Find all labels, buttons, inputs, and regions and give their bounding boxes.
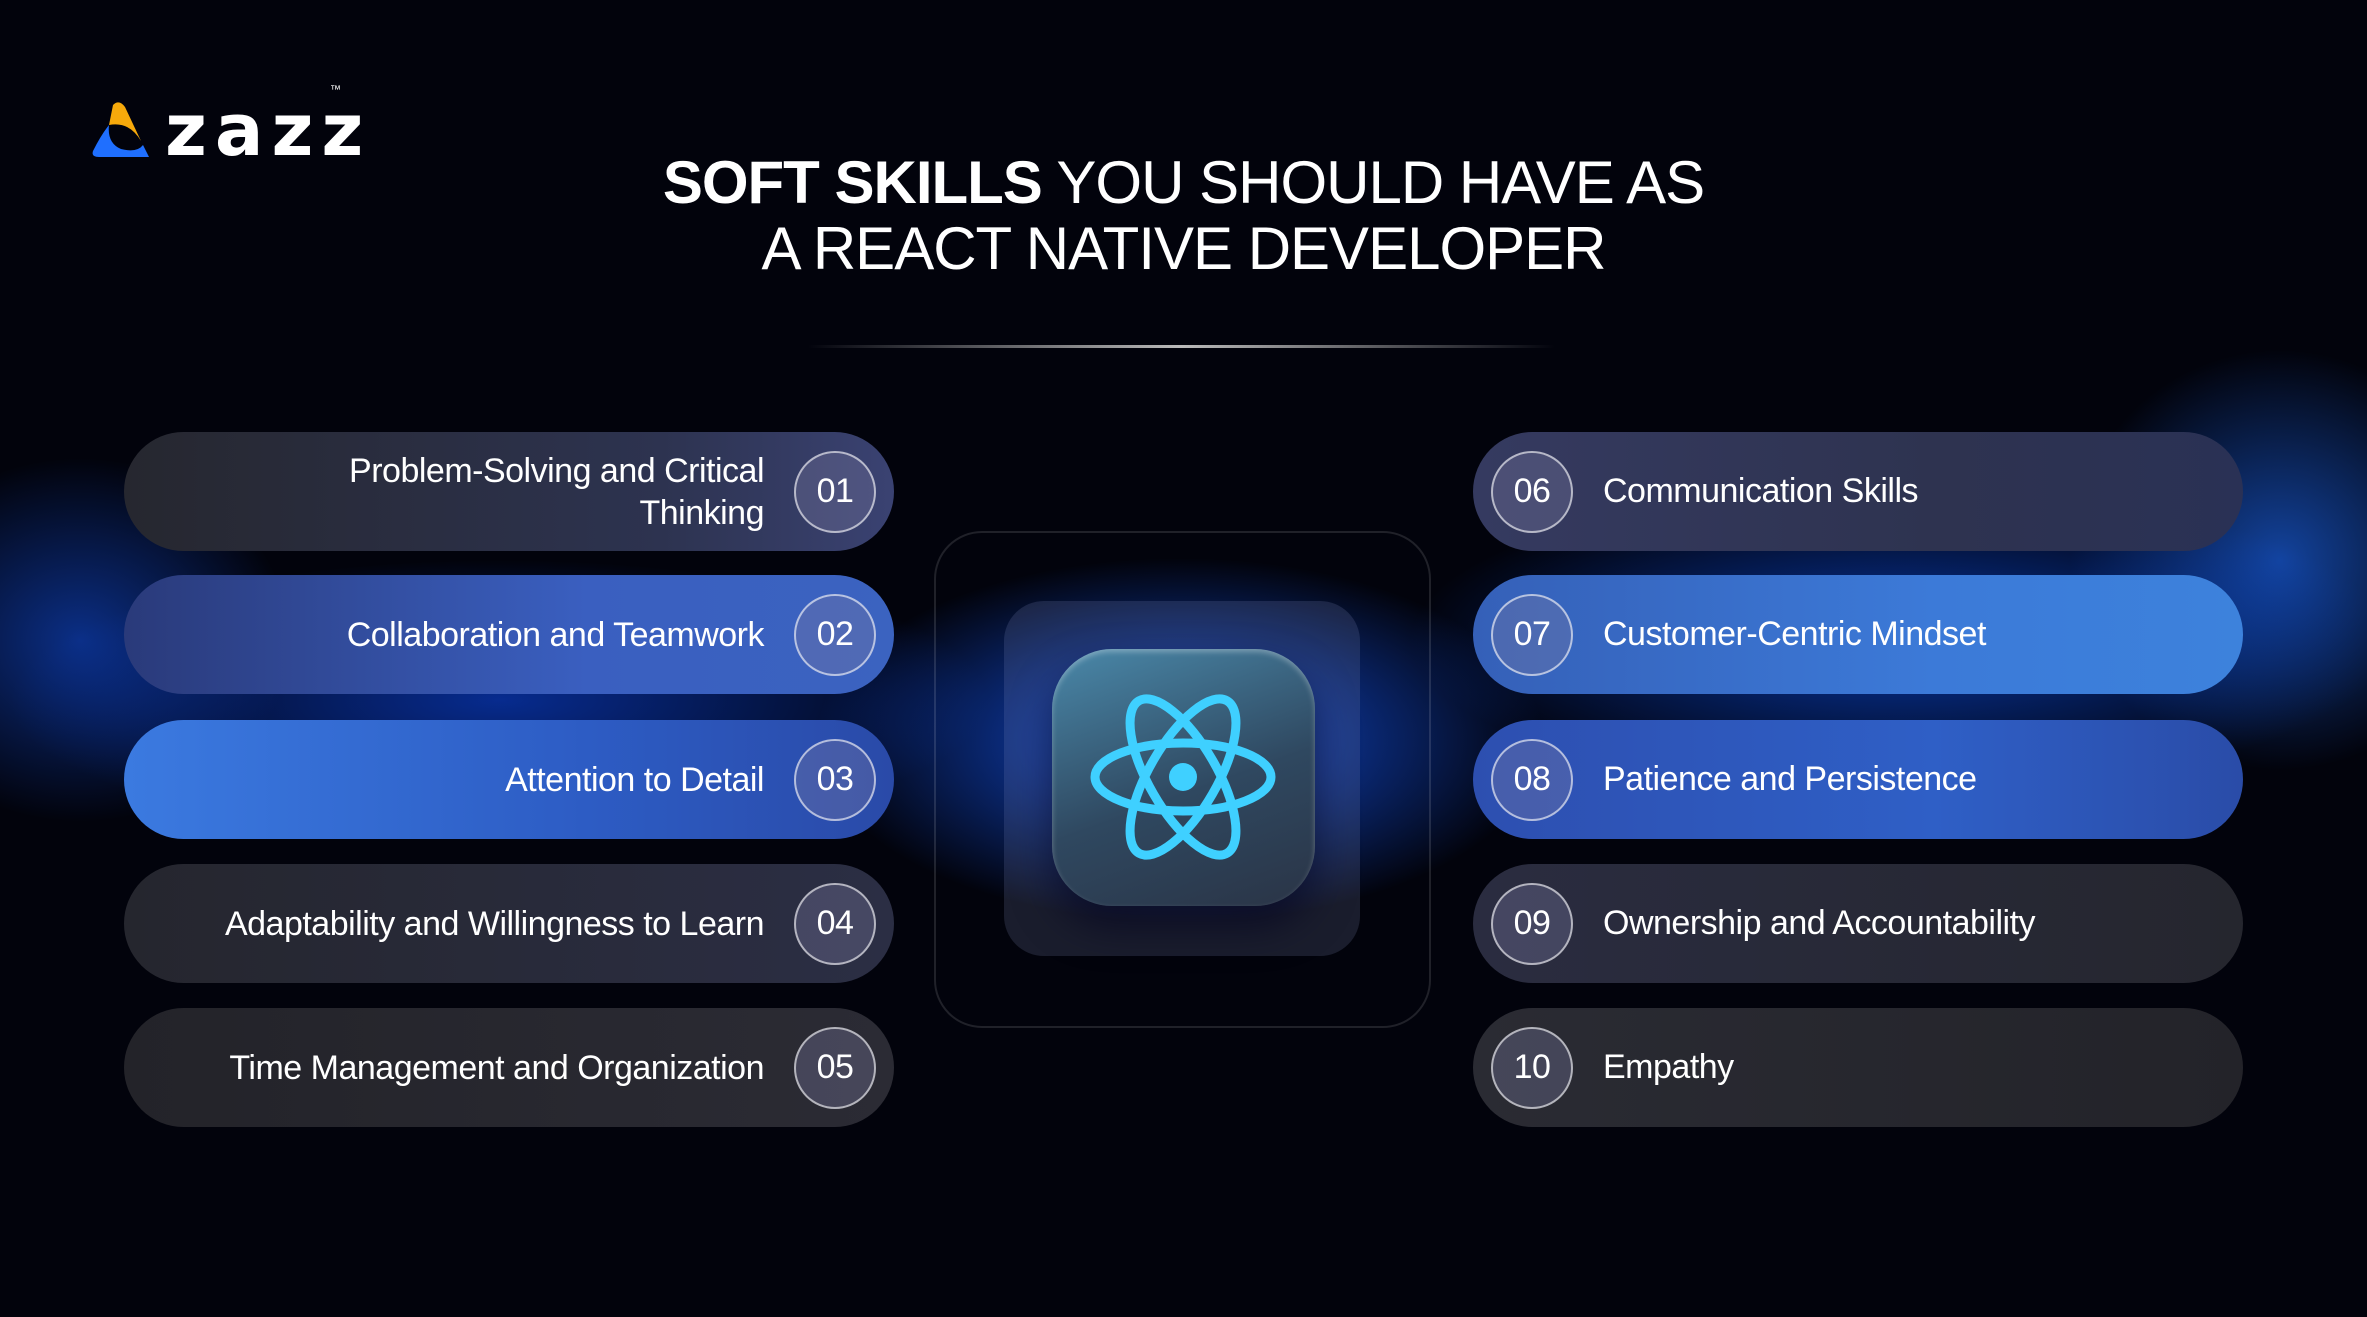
skill-item: Attention to Detail 03 [124,720,894,839]
skill-number-badge: 09 [1491,882,1573,965]
skill-item: Problem-Solving and Critical Thinking 01 [124,432,894,551]
title-line1: YOU SHOULD HAVE AS [1041,149,1705,216]
skill-item: 06 Communication Skills [1473,432,2243,551]
skill-label: Problem-Solving and Critical Thinking [349,451,764,532]
skill-label: Ownership and Accountability [1603,904,2036,942]
skill-label: Collaboration and Teamwork [346,615,765,654]
skill-number-badge: 04 [794,882,876,965]
skill-number-badge: 10 [1491,1026,1573,1109]
skill-label: Empathy [1603,1048,1734,1086]
page-title: SOFT SKILLS YOU SHOULD HAVE AS A REACT N… [0,150,2367,282]
skill-item: Time Management and Organization 05 [124,1008,894,1127]
skill-item: 10 Empathy [1473,1008,2243,1127]
skill-number-badge: 05 [794,1026,876,1109]
skill-label: Customer-Centric Mindset [1603,615,1986,653]
skill-number-badge: 08 [1491,738,1573,821]
skill-item: 09 Ownership and Accountability [1473,864,2243,983]
skill-number-badge: 02 [794,593,876,676]
skill-number-badge: 01 [794,450,876,533]
skill-item: Collaboration and Teamwork 02 [124,575,894,694]
skill-number-badge: 07 [1491,593,1573,676]
skill-item: Adaptability and Willingness to Learn 04 [124,864,894,983]
skill-label: Attention to Detail [505,760,764,799]
skill-number-badge: 06 [1491,450,1573,533]
skill-item: 07 Customer-Centric Mindset [1473,575,2243,694]
skill-item: 08 Patience and Persistence [1473,720,2243,839]
title-line2: A REACT NATIVE DEVELOPER [761,215,1606,282]
divider [808,345,1555,348]
trademark: ™ [330,84,341,96]
skill-label: Communication Skills [1603,472,1919,510]
skill-label: Adaptability and Willingness to Learn [224,904,765,943]
skill-label: Patience and Persistence [1603,760,1977,798]
skill-label: Time Management and Organization [229,1048,764,1087]
react-atom-icon [1052,649,1315,906]
skill-number-badge: 03 [794,738,876,821]
title-bold: SOFT SKILLS [662,149,1043,216]
